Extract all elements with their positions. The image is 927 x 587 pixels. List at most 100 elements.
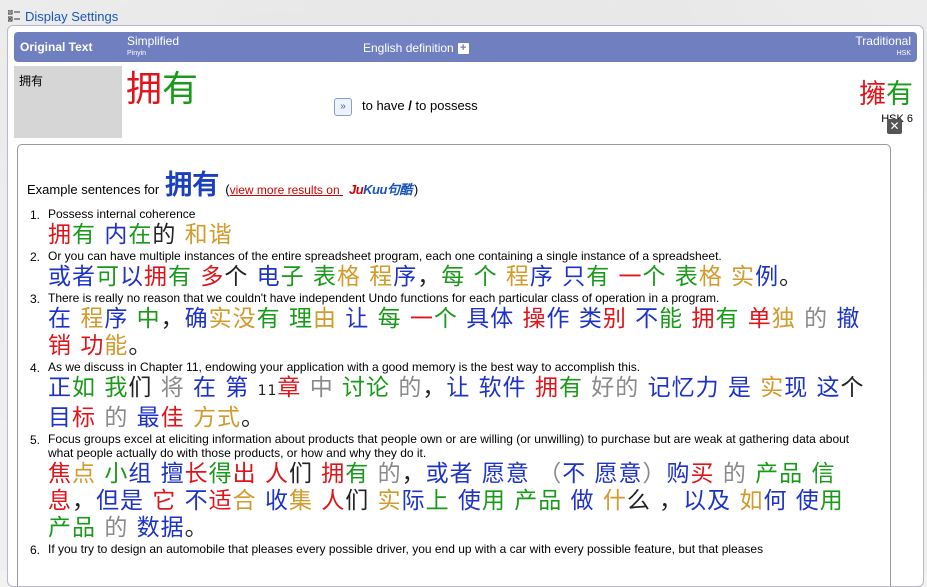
example-chinese-char: 不 [184,488,209,514]
example-chinese-char: 的 [104,405,129,431]
example-chinese-char: 独 [771,306,796,332]
example-chinese-char: 确 [184,306,209,332]
example-chinese[interactable]: 在 程序 中，确实没有 理由 让 每 一个 具体 操作 类别 不能 拥有 单独 … [48,306,868,360]
example-english: Focus groups excel at eliciting informat… [48,432,850,460]
example-chinese-char [176,488,184,514]
example-chinese-char: 是 [727,375,752,401]
example-chinese-char: 出 [232,461,257,487]
example-chinese-char: 目 [48,405,72,431]
example-chinese-char: 适 [208,488,233,514]
example-chinese[interactable]: 正如 我们 将 在 第 11章 中 讨论 的，让 软件 拥有 好的 记忆力 是 … [48,375,868,432]
example-chinese-char: ） [642,461,667,487]
example-chinese-char: 论 [366,375,391,401]
example-chinese-char [554,264,562,290]
example-chinese-char: 内 [104,222,129,248]
example-chinese-char: 表 [674,264,699,290]
show-examples-button[interactable]: » [334,98,352,116]
example-english: Or you can have multiple instances of th… [48,249,722,263]
example-chinese-char: ， [422,375,447,401]
example-chinese-char: ， [401,461,426,487]
view-more-results-text[interactable]: view more results on [230,183,340,197]
example-chinese-char: 有 [345,461,370,487]
simplified-char: 拥 [126,69,163,110]
header-hsk-label: HSK [896,50,911,57]
example-chinese-char [595,488,603,514]
entry-row: 拥有 拥有 » to have / to possess 擁有 HSK 6 [14,66,917,138]
example-sentence-list: 1. Possess internal coherence 拥有 内在的 和谐 2. O… [30,207,868,557]
example-chinese-char: 这 [816,375,841,401]
example-sentence-item: 6. If you try to design an automobile tha… [30,542,868,557]
example-chinese-char: 序 [529,264,554,290]
example-chinese-char [474,461,482,487]
header-simplified: Simplified Pinyin [127,35,179,60]
example-chinese-char: 有 [558,375,583,401]
example-number: 6. [29,543,40,557]
example-chinese-char: 由 [312,306,337,332]
example-chinese-char: 人 [321,488,346,514]
example-chinese-char [639,375,647,401]
table-header: Original Text Simplified Pinyin English … [14,32,917,62]
example-chinese-char: 组 [128,461,153,487]
example-chinese-char: 者 [72,264,96,290]
example-chinese-char: 合 [232,488,257,514]
example-chinese-char: 能 [659,306,684,332]
simplified-word[interactable]: 拥有 [126,70,198,110]
example-english: As we discuss in Chapter 11, endowing yo… [48,360,641,374]
example-chinese-char: 可 [96,264,120,290]
close-paren: ) [413,182,419,197]
example-chinese-char: 何 [763,488,788,514]
traditional-word[interactable]: 擁有 [859,80,913,110]
example-chinese-char: 们 [345,488,370,514]
example-chinese-char: 我 [104,375,129,401]
example-chinese-char: 焦 [48,461,72,487]
example-chinese-char [720,375,728,401]
example-chinese[interactable]: 拥有 内在的 和谐 [48,222,868,249]
header-simplified-label: Simplified [127,34,180,48]
example-chinese-char [610,264,618,290]
close-examples-button[interactable]: ✕ [887,119,902,134]
example-sentence-item: 1. Possess internal coherence 拥有 内在的 和谐 [30,207,868,249]
jukuu-logo[interactable]: JuKuu句酷 [347,179,414,197]
example-chinese-char [514,306,522,332]
example-chinese-char: 个 [840,375,865,401]
settings-list-icon [8,10,20,22]
example-chinese-char: 撤 [836,306,861,332]
example-chinese-char: 上 [425,488,450,514]
example-chinese-char: 软 [478,375,503,401]
example-chinese-char: 第 [225,375,250,401]
example-chinese-char: 用 [819,488,844,514]
example-chinese-char: 让 [446,375,471,401]
example-chinese-char: 单 [747,306,772,332]
example-chinese-char: 。 [128,333,153,359]
example-chinese-char: 记 [647,375,672,401]
example-chinese-char [747,461,755,487]
example-chinese-char: 或 [48,264,72,290]
example-chinese-char: 操 [522,306,547,332]
example-chinese-char: 格 [336,264,361,290]
example-chinese[interactable]: 或者可以拥有 多个 电子 表格 程序，每 个 程序 只有 一个 表格 实例。 [48,264,868,291]
example-chinese-char: 式 [216,405,241,431]
example-chinese-char [361,264,369,290]
example-chinese-char: 作 [546,306,571,332]
example-chinese-char [176,222,184,248]
example-chinese-char [249,375,257,401]
example-chinese-char [470,375,478,401]
example-chinese-char: 的 [804,306,829,332]
display-settings-link[interactable]: Display Settings [8,7,118,25]
example-chinese[interactable]: 焦点 小组 擅长得出 人们 拥有 的，或者 愿意 （不 愿意）购买 的 产品 信… [48,461,868,542]
simplified-char: 有 [162,69,199,110]
example-chinese-char: 际 [401,488,426,514]
example-chinese-char: 做 [570,488,595,514]
example-chinese-char: 购 [666,461,691,487]
display-settings-label[interactable]: Display Settings [25,9,118,24]
english-definition: to have / to possess [362,98,478,113]
view-more-results-link[interactable]: view more results on JuKuu句酷 [230,179,414,197]
examples-word: 拥有 [165,170,220,201]
example-chinese-char: 实 [760,375,785,401]
example-chinese-char: 但 [96,488,120,514]
example-chinese-char: 么 [626,488,651,514]
example-chinese-char: 收 [264,488,289,514]
example-chinese-char: 意 [505,461,530,487]
expand-definition-plus-icon[interactable]: + [457,42,469,54]
example-chinese-char: 个 [433,306,458,332]
